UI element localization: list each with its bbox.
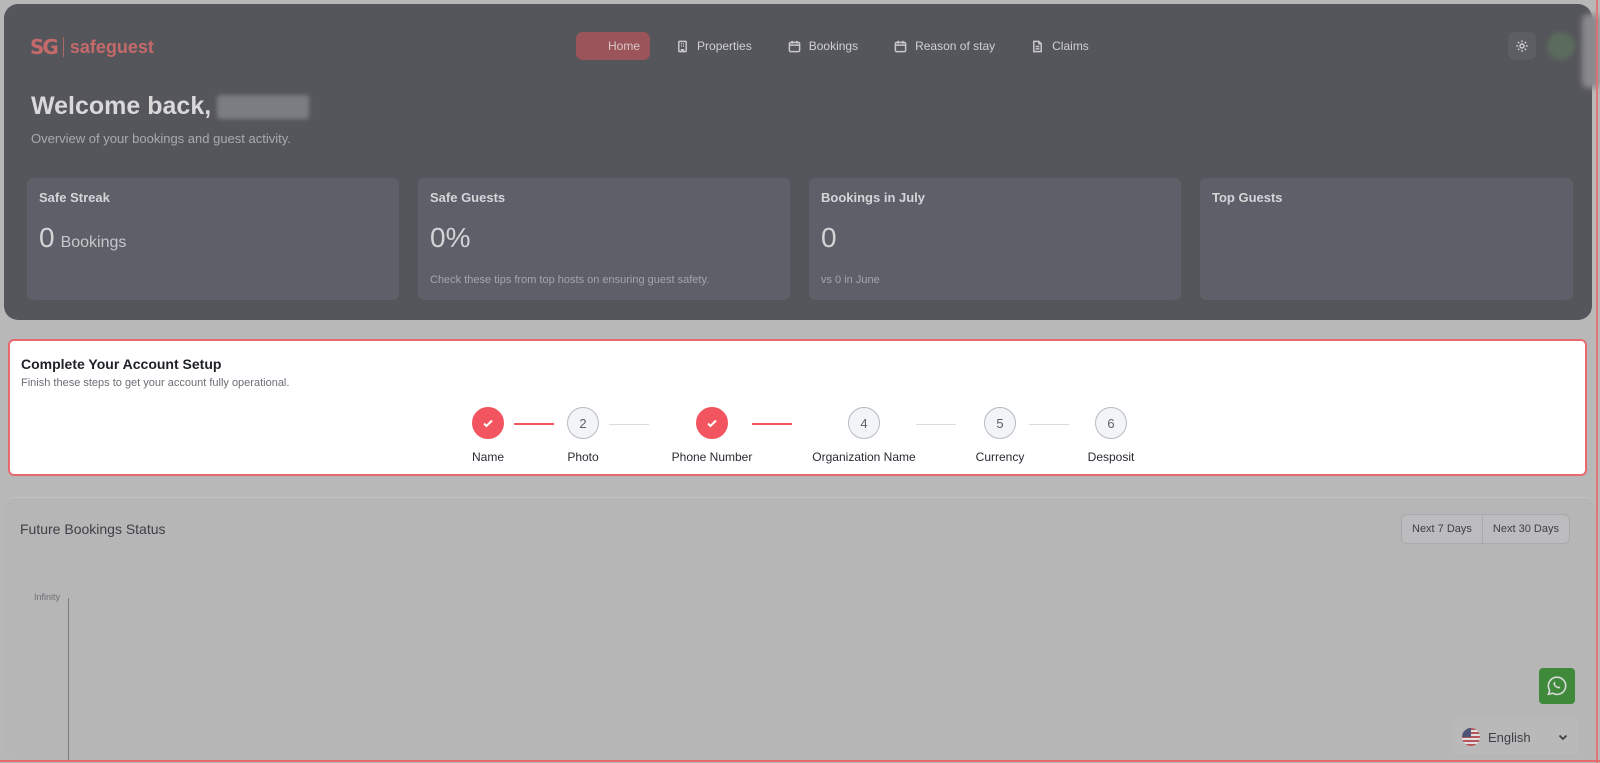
stat-value: 0: [821, 222, 837, 253]
setup-step-currency[interactable]: 5 Currency: [940, 407, 1060, 464]
welcome-heading: Welcome back,: [31, 92, 310, 121]
check-icon: [483, 419, 493, 428]
nav-label-reason-of-stay: Reason of stay: [915, 39, 996, 53]
whatsapp-icon: [1547, 676, 1567, 696]
step-label: Photo: [567, 450, 599, 464]
chevron-down-icon: [1558, 734, 1568, 741]
building-icon: [678, 40, 687, 52]
nav-item-claims[interactable]: Claims: [1021, 32, 1099, 60]
nav-item-home[interactable]: Home: [576, 32, 651, 60]
nav-item-properties[interactable]: Properties: [666, 32, 762, 60]
stat-title: Safe Streak: [39, 190, 110, 205]
stat-value: 0 Bookings: [39, 222, 126, 254]
future-bookings-title: Future Bookings Status: [20, 521, 166, 537]
setup-subtitle: Finish these steps to get your account f…: [21, 377, 290, 389]
welcome-text: Welcome back,: [31, 92, 212, 120]
gear-icon: [1516, 40, 1528, 52]
nav-label-bookings: Bookings: [808, 39, 859, 53]
nav-item-bookings[interactable]: Bookings: [778, 32, 868, 60]
logo-separator: [62, 37, 64, 57]
step-complete-indicator: [472, 407, 504, 439]
document-icon: [1033, 40, 1043, 52]
y-axis-label: Infinity: [34, 592, 61, 602]
calendar-icon: [788, 40, 801, 52]
setup-title: Complete Your Account Setup: [21, 356, 222, 372]
welcome-subtitle: Overview of your bookings and guest acti…: [31, 131, 291, 146]
nav-label-properties: Properties: [697, 39, 752, 53]
stat-number: 0: [39, 222, 55, 253]
main-nav: Home Properties Bookings Reason of stay …: [576, 32, 1109, 60]
setup-step-deposit[interactable]: 6 Desposit: [1051, 407, 1171, 464]
nav-label-claims: Claims: [1052, 39, 1089, 53]
us-flag-icon: [1462, 728, 1480, 746]
stat-card-safe-streak: Safe Streak 0 Bookings: [27, 178, 399, 300]
stat-title: Safe Guests: [430, 190, 506, 205]
nav-label-home: Home: [608, 39, 641, 53]
setup-step-photo[interactable]: 2 Photo: [523, 407, 643, 464]
check-icon: [707, 419, 717, 428]
setup-step-phone-number[interactable]: Phone Number: [642, 407, 782, 464]
step-label: Currency: [975, 450, 1025, 464]
stat-card-bookings-month: Bookings in July 0 vs 0 in June: [809, 178, 1181, 300]
user-avatar[interactable]: [1547, 32, 1575, 60]
step-number: 2: [567, 407, 599, 439]
logo-name: safeguest: [69, 36, 154, 57]
range-next-30-days-button[interactable]: Next 30 Days: [1481, 515, 1569, 543]
whatsapp-chat-button[interactable]: [1539, 668, 1575, 704]
language-label: English: [1488, 729, 1531, 745]
step-number: 6: [1095, 407, 1127, 439]
language-selector[interactable]: English: [1452, 719, 1578, 755]
stat-unit: Bookings: [60, 234, 127, 251]
account-setup-card: Complete Your Account Setup Finish these…: [8, 339, 1587, 476]
stat-card-safe-guests: Safe Guests 0% Check these tips from top…: [418, 178, 790, 300]
user-name-redacted: [217, 94, 310, 119]
step-label: Phone Number: [671, 450, 753, 464]
nav-item-reason-of-stay[interactable]: Reason of stay: [884, 32, 1005, 60]
stat-card-top-guests: Top Guests: [1200, 178, 1573, 300]
stat-title: Bookings in July: [821, 190, 926, 205]
stat-title: Top Guests: [1212, 190, 1283, 205]
safeguest-logo[interactable]: SG safeguest: [30, 34, 154, 60]
step-label: Desposit: [1087, 450, 1135, 464]
calendar-icon: [894, 40, 907, 52]
viewport-highlight-border: [0, 760, 1600, 762]
logo-mark: SG: [30, 35, 59, 59]
range-next-7-days-button[interactable]: Next 7 Days: [1402, 515, 1482, 543]
step-number: 4: [848, 407, 880, 439]
settings-button[interactable]: [1508, 32, 1536, 60]
step-complete-indicator: [696, 407, 728, 439]
setup-step-organization-name[interactable]: 4 Organization Name: [784, 407, 944, 464]
stat-value: 0%: [430, 222, 471, 253]
dashboard-header-panel: SG safeguest Home Properties Bookings Re…: [4, 4, 1592, 320]
stat-note: vs 0 in June: [821, 274, 880, 286]
y-axis-line: [68, 598, 69, 760]
step-number: 5: [984, 407, 1016, 439]
future-bookings-panel: Future Bookings Status Next 7 Days Next …: [4, 497, 1596, 760]
viewport-highlight-border: [1596, 0, 1598, 763]
range-toggle: Next 7 Days Next 30 Days: [1401, 514, 1570, 544]
stat-note[interactable]: Check these tips from top hosts on ensur…: [430, 274, 709, 286]
step-label: Organization Name: [812, 450, 916, 464]
